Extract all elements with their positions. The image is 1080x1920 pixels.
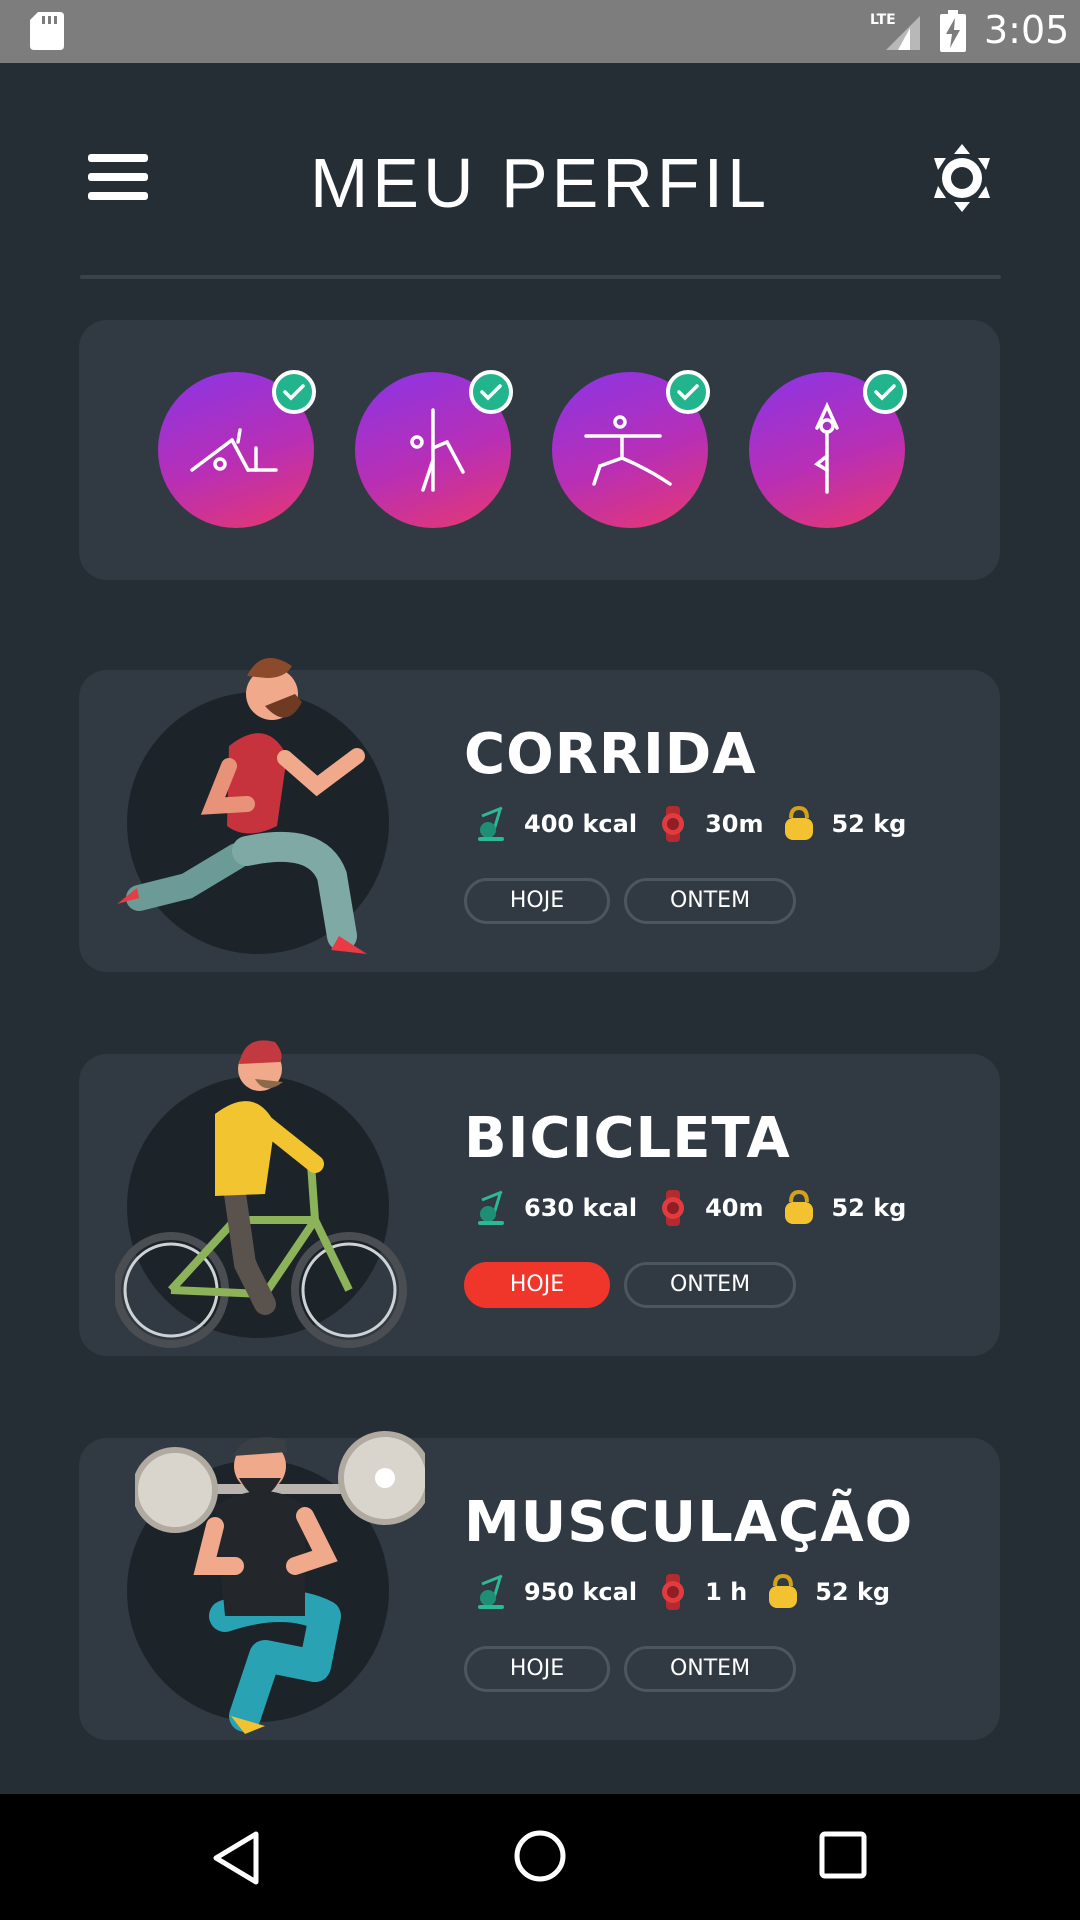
weight-value: 52 kg [831,810,907,838]
header-divider [80,275,1001,279]
stretch-pose-icon [190,428,278,472]
watch-icon [662,1190,685,1226]
network-type-label: LTE [870,12,896,28]
yesterday-button[interactable]: ONTEM [624,878,796,924]
weight-stat: 52 kg [781,806,906,842]
watch-icon [662,1574,685,1610]
duration-stat: 30m [655,806,763,842]
yesterday-button[interactable]: ONTEM [624,1646,796,1692]
today-button[interactable]: HOJE [464,1262,610,1308]
check-icon [469,370,513,414]
activity-stats: 630 kcal 40m 52 kg [474,1188,924,1228]
achievements-card [79,320,1000,580]
today-button[interactable]: HOJE [464,1646,610,1692]
calories-stat: 400 kcal [474,806,637,842]
sd-card-icon [30,12,64,50]
duration-value: 1 h [705,1578,748,1606]
calories-value: 400 kcal [524,810,638,838]
weight-value: 52 kg [831,1194,907,1222]
status-bar: LTE 3:05 [0,0,1080,63]
yesterday-button[interactable]: ONTEM [624,1262,796,1308]
weight-stat: 52 kg [781,1190,906,1226]
duration-stat: 40m [655,1190,763,1226]
duration-value: 40m [705,1194,764,1222]
activity-card-cycling[interactable]: BICICLETA 630 kcal 40m 52 kg HOJE ONTEM [79,1040,1000,1356]
tree-pose-icon [813,401,839,494]
status-clock: 3:05 [984,8,1070,52]
activity-card-running[interactable]: CORRIDA 400 kcal 30m 52 kg HOJE ONTEM [79,658,1000,972]
weight-value: 52 kg [815,1578,891,1606]
check-icon [863,370,907,414]
exercise-bike-icon [478,806,504,841]
calories-value: 630 kcal [524,1194,638,1222]
page-title: MEU PERFIL [309,144,771,222]
activity-stats: 400 kcal 30m 52 kg [474,804,924,844]
duration-stat: 1 h [655,1574,747,1610]
kettlebell-icon [785,1190,814,1224]
system-nav-bar [0,1794,1080,1920]
back-icon[interactable] [210,1830,266,1886]
weightlifter-illustration [135,1431,425,1734]
check-icon [272,370,316,414]
achievement-badge[interactable] [355,370,513,528]
duration-value: 30m [705,810,764,838]
achievement-badge[interactable] [158,370,316,528]
kettlebell-icon [769,1574,798,1608]
calories-stat: 950 kcal [474,1574,637,1610]
seated-pose-icon [410,408,465,492]
watch-icon [662,806,685,842]
activity-card-weightlifting[interactable]: MUSCULAÇÃO 950 kcal 1 h 52 kg HOJE ONTEM [79,1431,1000,1740]
cyclist-illustration [115,1040,407,1348]
exercise-bike-icon [478,1190,504,1225]
home-icon[interactable] [512,1828,568,1884]
calories-stat: 630 kcal [474,1190,637,1226]
lte-signal-icon: LTE [870,12,920,50]
brightness-icon[interactable] [930,144,994,212]
exercise-bike-icon [478,1574,504,1609]
battery-charging-icon [940,10,966,52]
check-icon [666,370,710,414]
runner-illustration [117,658,367,954]
lunge-pose-icon [584,415,672,486]
recents-icon[interactable] [818,1830,868,1880]
achievement-badge[interactable] [552,370,710,528]
activity-title: CORRIDA [464,722,757,787]
kettlebell-icon [785,806,814,840]
activity-title: MUSCULAÇÃO [464,1490,914,1555]
calories-value: 950 kcal [524,1578,638,1606]
today-button[interactable]: HOJE [464,878,610,924]
activity-title: BICICLETA [464,1106,791,1171]
achievement-badge[interactable] [749,370,907,528]
weight-stat: 52 kg [765,1574,890,1610]
activity-stats: 950 kcal 1 h 52 kg [474,1572,908,1612]
